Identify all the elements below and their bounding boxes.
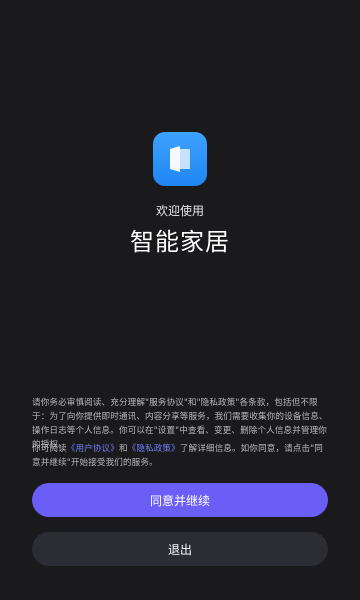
exit-button[interactable]: 退出 [32,532,328,566]
para2-prefix: 你可阅读 [32,444,67,454]
app-name-title: 智能家居 [130,228,230,256]
privacy-consent-screen: 欢迎使用 智能家居 请你务必审慎阅读、充分理解"服务协议"和"隐私政策"各条款，… [0,0,360,600]
para2-and: 和 [118,444,128,454]
privacy-links-paragraph: 你可阅读《用户协议》和《隐私政策》了解详细信息。如你同意，请点击"同意并继续"开… [32,442,330,470]
app-logo-icon [153,132,207,186]
user-agreement-link[interactable]: 《用户协议》 [67,444,119,454]
privacy-policy-link[interactable]: 《隐私政策》 [128,444,180,454]
welcome-text: 欢迎使用 [155,204,204,218]
agree-continue-button[interactable]: 同意并继续 [32,483,328,517]
